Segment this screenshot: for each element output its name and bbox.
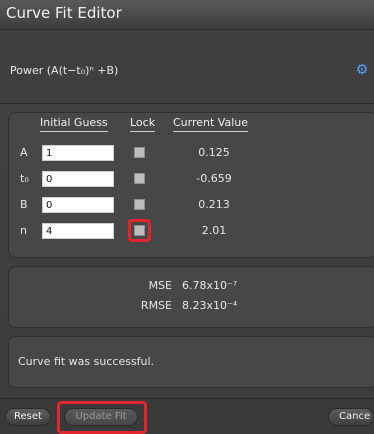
model-row: Power (A(t−t₀)ⁿ +B) ⚙ [0,30,374,104]
current-value-b: 0.213 [198,198,230,211]
gear-icon[interactable]: ⚙ [354,62,370,78]
rmse-label: RMSE [140,299,172,312]
model-label: Power (A(t−t₀)ⁿ +B) [10,64,119,77]
lock-n-highlight [128,219,151,242]
window-title: Curve Fit Editor [6,4,122,22]
initial-guess-header: Initial Guess [40,116,108,132]
param-label-t0: t₀ [20,172,29,185]
current-value-n: 2.01 [201,224,227,237]
lock-checkbox-t0[interactable] [134,173,145,184]
initial-guess-t0-input[interactable] [42,171,114,187]
param-label-a: A [20,146,28,159]
initial-guess-b-input[interactable] [42,197,114,213]
rmse-value: 8.23x10⁻⁴ [182,299,238,312]
initial-guess-a-input[interactable] [42,145,114,161]
lock-checkbox-b[interactable] [134,199,145,210]
lock-header: Lock [130,116,156,132]
param-label-n: n [20,224,27,237]
status-message: Curve fit was successful. [18,355,155,368]
reset-button[interactable]: Reset [5,408,51,426]
cancel-button[interactable]: Cance [328,408,374,426]
mse-label: MSE [148,279,172,292]
current-value-a: 0.125 [198,146,230,159]
update-fit-highlight [57,401,147,434]
initial-guess-n-input[interactable] [42,223,114,239]
current-value-header: Current Value [173,116,249,132]
statistics-panel [8,266,374,328]
current-value-t0: -0.659 [196,172,232,185]
lock-checkbox-a[interactable] [134,147,145,158]
curve-fit-editor-window: Curve Fit Editor Power (A(t−t₀)ⁿ +B) ⚙ I… [0,0,374,434]
mse-value: 6.78x10⁻⁷ [182,279,238,292]
title-bar: Curve Fit Editor [0,0,374,30]
param-label-b: B [20,198,28,211]
